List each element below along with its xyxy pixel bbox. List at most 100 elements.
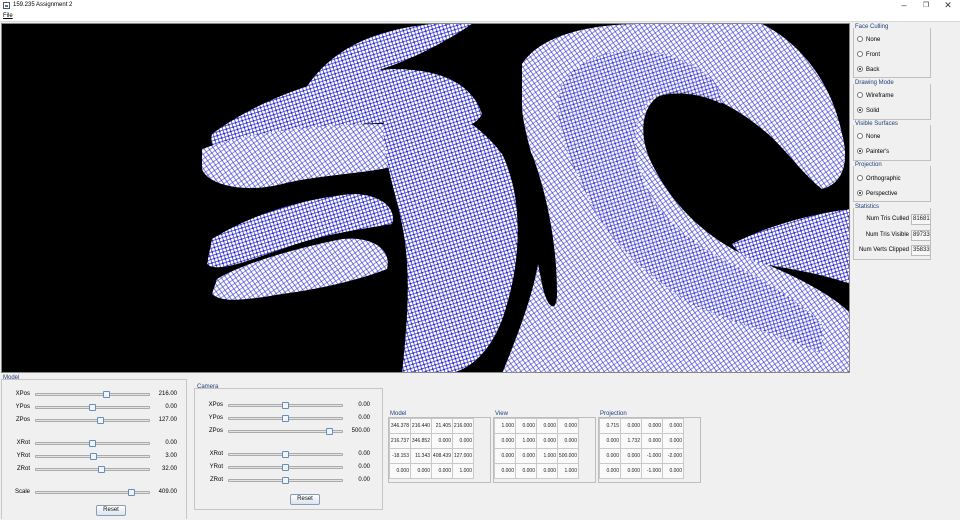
matrix-cell: 0.000 <box>515 418 537 434</box>
matrix-cell: 0.000 <box>494 433 516 449</box>
matrix-row: 1.000 0.000 0.000 0.000 <box>494 418 579 434</box>
camera-yrot-value: 0.00 <box>358 464 370 470</box>
matrix-cell: 0.000 <box>452 433 474 449</box>
matrix-cell: 0.000 <box>620 463 642 479</box>
matrix-cell: 0.000 <box>410 463 432 479</box>
matrix-row: 0.000 0.000 1.000 500.000 <box>494 448 579 464</box>
drawing-mode-wireframe-radio[interactable]: Wireframe <box>857 92 894 99</box>
camera-xrot-label: XRot <box>209 451 223 457</box>
minimize-button[interactable]: – <box>893 0 915 12</box>
model-scale-slider-thumb[interactable] <box>128 489 136 496</box>
projection-orthographic-radio[interactable]: Orthographic <box>857 175 901 182</box>
visible-surfaces-none-radio[interactable]: None <box>857 133 880 140</box>
matrix-cell: 0.000 <box>431 433 453 449</box>
close-button[interactable]: ✕ <box>937 0 959 12</box>
matrix-cell: 0.000 <box>662 463 684 479</box>
model-yrot-label: YRot <box>16 453 30 459</box>
window-title: 159.235 Assignment 2 <box>13 2 73 8</box>
stat-tris-visible-value: 89733 <box>911 230 931 241</box>
radio-icon <box>857 66 863 72</box>
matrix-row: 0.000 0.000 -1.000 -2.000 <box>599 448 684 464</box>
model-yrot-slider-thumb[interactable] <box>90 453 98 460</box>
matrix-cell: 21.405 <box>431 418 453 434</box>
model-xrot-slider-thumb[interactable] <box>89 440 96 447</box>
matrix-cell: 1.000 <box>515 433 537 449</box>
model-ypos-slider-thumb[interactable] <box>89 404 96 411</box>
matrix-cell: -1.000 <box>641 463 663 479</box>
camera-zpos-value: 500.00 <box>351 428 370 434</box>
matrix-cell: 346.852 <box>410 433 432 449</box>
camera-ypos-slider-thumb[interactable] <box>282 415 289 422</box>
model-matrix: 346.378 216.440 21.405 216.000 216.737 346.85… <box>389 418 474 479</box>
matrix-cell: -2.000 <box>662 448 684 464</box>
matrix-cell: 1.000 <box>494 418 516 434</box>
matrix-cell: 0.000 <box>536 463 558 479</box>
model-xrot-label: XRot <box>16 440 30 446</box>
matrix-cell: 1.000 <box>536 448 558 464</box>
camera-xpos-slider-thumb[interactable] <box>282 402 289 409</box>
model-xpos-slider-thumb[interactable] <box>102 391 110 398</box>
stat-verts-clipped-value: 35833 <box>911 245 931 256</box>
matrix-row: 216.737 346.852 0.000 0.000 <box>389 433 474 449</box>
camera-yrot-label: YRot <box>209 464 223 470</box>
render-viewport[interactable] <box>1 23 850 373</box>
camera-xrot-slider-thumb[interactable] <box>282 451 289 458</box>
matrix-row: 0.000 0.000 -1.000 0.000 <box>599 463 684 479</box>
model-zrot-slider-thumb[interactable] <box>98 466 106 473</box>
dragon-render <box>2 24 849 372</box>
matrix-cell: 0.000 <box>515 463 537 479</box>
radio-icon <box>857 148 863 154</box>
matrix-cell: 216.737 <box>389 433 411 449</box>
stat-tris-visible-label: Num Tris Visible <box>865 232 909 238</box>
drawing-mode-solid-radio[interactable]: Solid <box>857 107 879 114</box>
camera-yrot-slider-thumb[interactable] <box>282 464 289 471</box>
menu-file[interactable]: File <box>3 13 13 19</box>
model-zpos-slider-thumb[interactable] <box>97 417 105 424</box>
matrix-cell: 0.000 <box>494 448 516 464</box>
matrix-row: 0.000 1.000 0.000 0.000 <box>494 433 579 449</box>
camera-ypos-label: YPos <box>208 415 223 421</box>
face-culling-back-radio[interactable]: Back <box>857 66 879 73</box>
model-xpos-value: 216.00 <box>158 391 177 397</box>
model-ypos-label: YPos <box>15 404 30 410</box>
matrix-cell: 0.000 <box>662 433 684 449</box>
face-culling-none-radio[interactable]: None <box>857 36 880 43</box>
matrix-cell: 346.378 <box>389 418 411 434</box>
matrix-cell: 500.000 <box>557 448 579 464</box>
projection-perspective-radio[interactable]: Perspective <box>857 190 897 197</box>
matrix-cell: 408.439 <box>431 448 453 464</box>
radio-icon <box>857 107 863 113</box>
model-ypos-value: 0.00 <box>165 404 177 410</box>
radio-icon <box>857 190 863 196</box>
stat-verts-clipped-label: Num Verts Clipped <box>858 247 909 253</box>
model-zpos-slider[interactable] <box>35 419 150 422</box>
camera-zrot-slider-thumb[interactable] <box>282 477 289 484</box>
model-zpos-label: ZPos <box>15 417 30 423</box>
maximize-button[interactable]: ❐ <box>915 0 937 12</box>
matrix-cell: 0.000 <box>620 448 642 464</box>
matrix-cell: 1.732 <box>620 433 642 449</box>
matrix-row: -18.153 11.343 408.439 127.000 <box>389 448 474 464</box>
app-icon <box>3 2 10 9</box>
matrix-cell: 11.343 <box>410 448 432 464</box>
camera-zrot-value: 0.00 <box>358 477 370 483</box>
camera-reset-button[interactable]: Reset <box>290 494 320 505</box>
matrix-cell: 0.000 <box>557 433 579 449</box>
matrix-cell: 0.000 <box>536 433 558 449</box>
camera-zpos-slider-thumb[interactable] <box>325 428 333 435</box>
visible-surfaces-painters-radio[interactable]: Painter's <box>857 148 889 155</box>
drawing-mode-group <box>853 84 931 120</box>
model-zrot-slider[interactable] <box>35 468 150 471</box>
projection-matrix: 0.715 0.000 0.000 0.000 0.000 1.732 0.000 0.000… <box>599 418 684 479</box>
matrix-cell: 0.000 <box>641 418 663 434</box>
face-culling-front-radio[interactable]: Front <box>857 51 880 58</box>
radio-icon <box>857 133 863 139</box>
model-zrot-label: ZRot <box>16 466 30 472</box>
model-xrot-value: 0.00 <box>165 440 177 446</box>
view-matrix: 1.000 0.000 0.000 0.000 0.000 1.000 0.000 0.000… <box>494 418 579 479</box>
camera-ypos-value: 0.00 <box>358 415 370 421</box>
matrix-cell: 216.440 <box>410 418 432 434</box>
model-reset-button[interactable]: Reset <box>96 505 126 516</box>
model-xpos-slider[interactable] <box>35 393 150 396</box>
camera-zrot-label: ZRot <box>209 477 223 483</box>
